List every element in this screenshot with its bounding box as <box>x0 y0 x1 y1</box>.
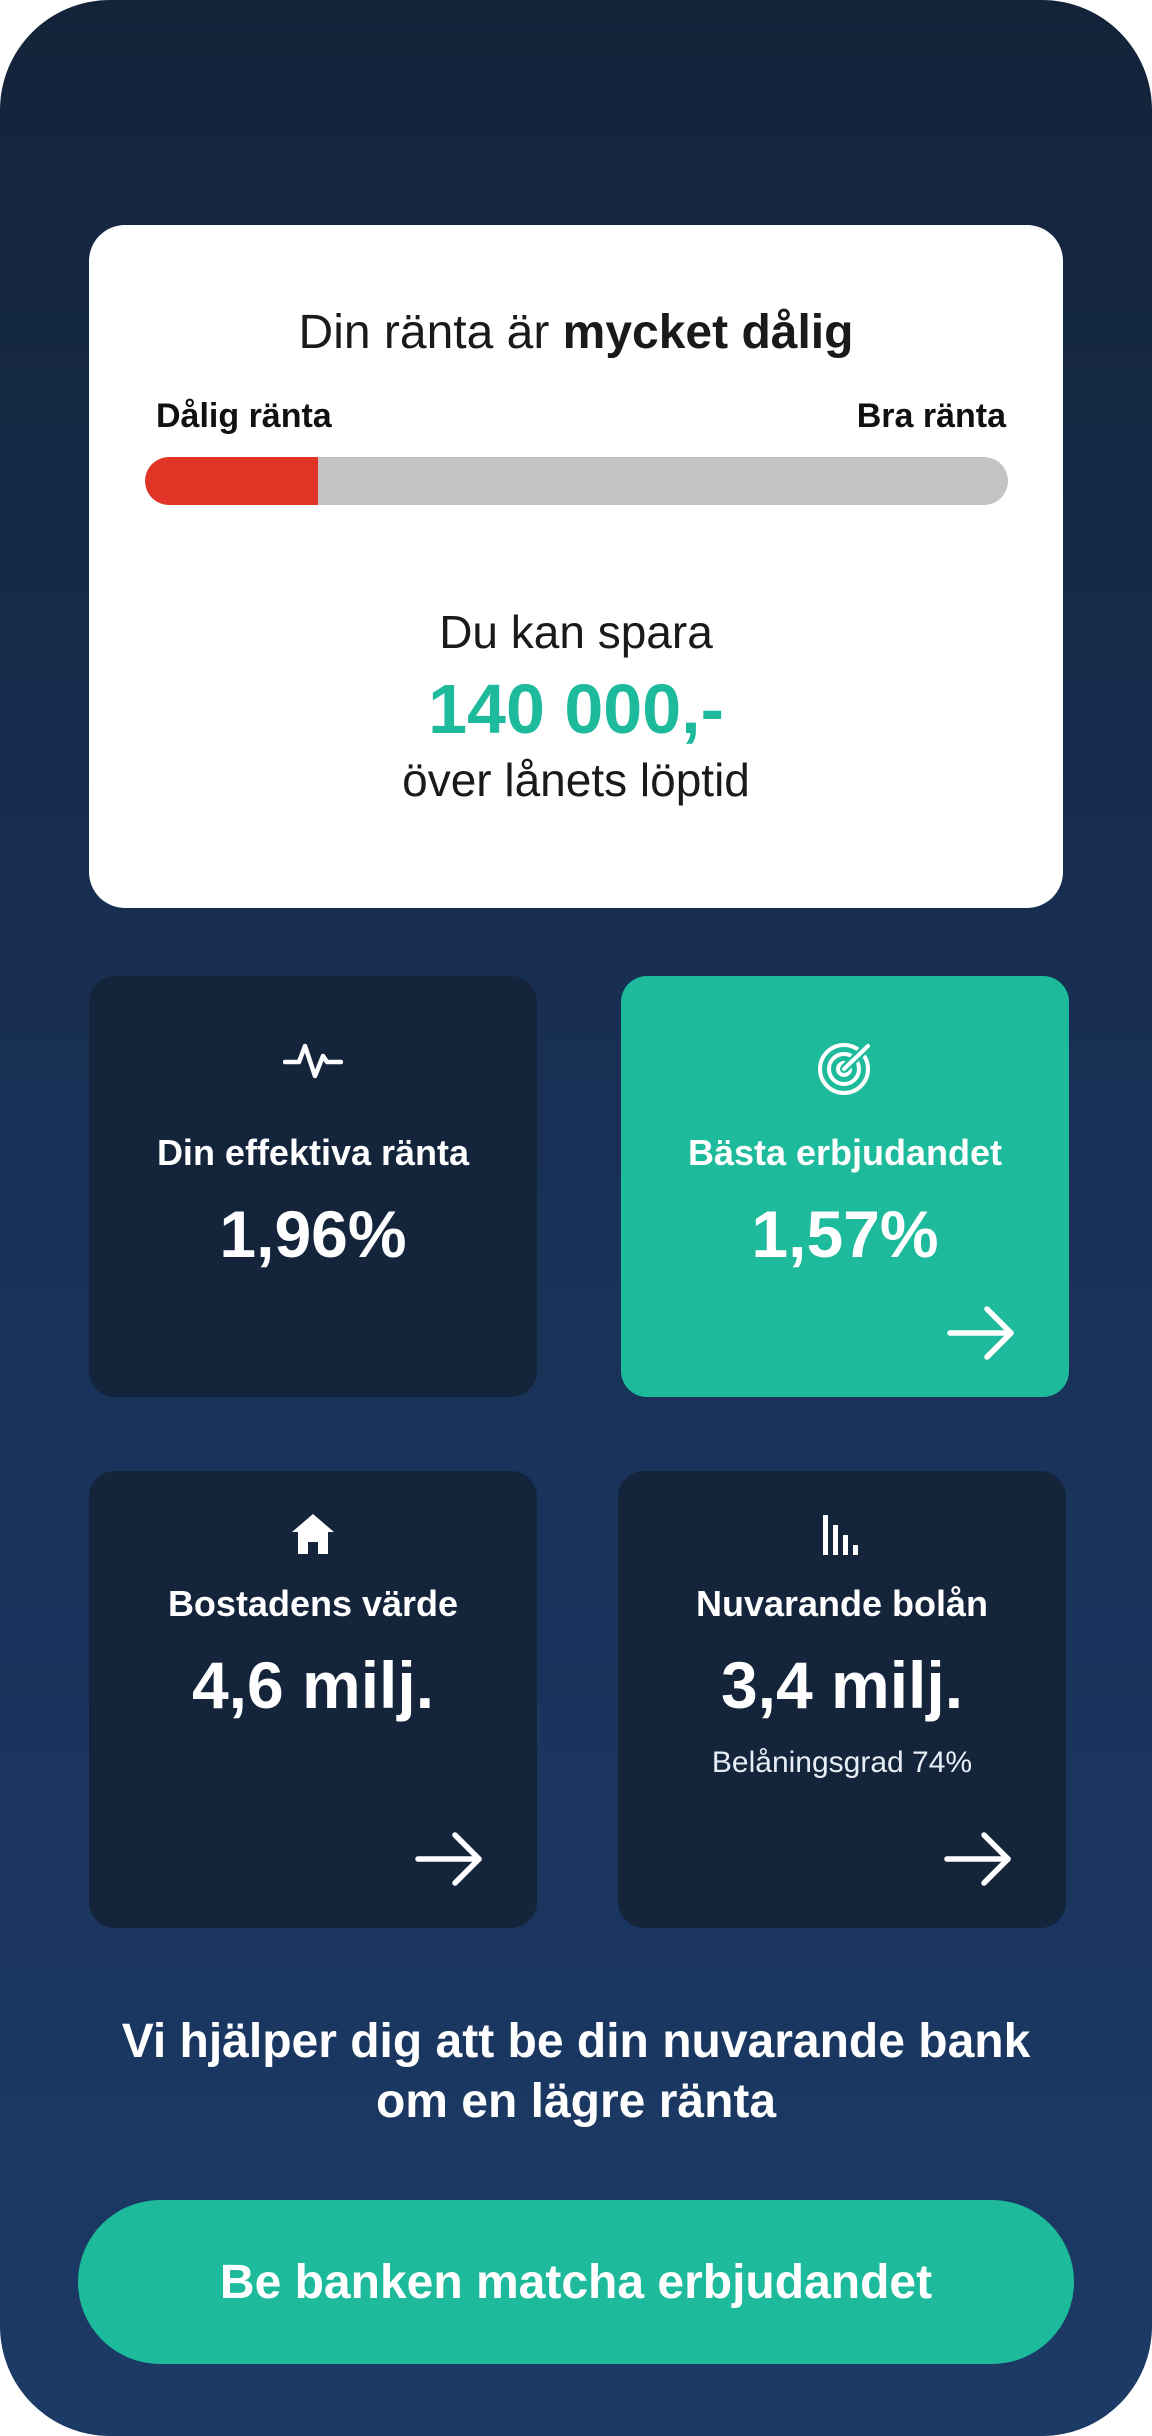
rating-title-prefix: Din ränta är <box>298 306 563 359</box>
app-screen: Din ränta är mycket dålig Dålig ränta Br… <box>0 0 1152 2436</box>
current-loan-label: Nuvarande bolån <box>695 1583 989 1624</box>
current-loan-value: 3,4 milj. <box>720 1648 964 1722</box>
save-amount: 140 000,- <box>428 670 724 748</box>
rate-rating-card: Din ränta är mycket dålig Dålig ränta Br… <box>89 225 1063 908</box>
best-offer-tile[interactable]: Bästa erbjudandet 1,57% <box>621 976 1069 1397</box>
arrow-right-icon[interactable] <box>947 1303 1017 1363</box>
arrow-right-icon[interactable] <box>944 1829 1014 1889</box>
house-icon <box>89 1511 537 1557</box>
pulse-icon <box>89 1038 537 1082</box>
effective-rate-value: 1,96% <box>219 1197 407 1271</box>
current-loan-tile[interactable]: Nuvarande bolån 3,4 milj. Belåningsgrad … <box>618 1471 1066 1928</box>
arrow-right-icon[interactable] <box>415 1829 485 1889</box>
effective-rate-tile: Din effektiva ränta 1,96% <box>89 976 537 1397</box>
match-offer-button[interactable]: Be banken matcha erbjudandet <box>78 2200 1074 2364</box>
effective-rate-label: Din effektiva ränta <box>156 1132 470 1173</box>
save-subtitle: över lånets löptid <box>402 754 750 806</box>
save-label: Du kan spara <box>439 606 713 658</box>
scale-label-good: Bra ränta <box>856 397 1006 435</box>
rating-title: Din ränta är mycket dålig <box>89 305 1063 360</box>
best-offer-value: 1,57% <box>751 1197 939 1271</box>
loan-to-value-text: Belåningsgrad 74% <box>711 1746 973 1779</box>
scale-label-bad: Dålig ränta <box>156 397 332 435</box>
home-value-value: 4,6 milj. <box>191 1648 435 1722</box>
rate-meter-fill <box>145 457 318 505</box>
target-icon <box>621 1038 1069 1098</box>
home-value-label: Bostadens värde <box>167 1583 459 1624</box>
rating-title-emphasis: mycket dålig <box>562 306 854 359</box>
rate-meter <box>145 457 1008 505</box>
bar-chart-icon <box>618 1511 1066 1557</box>
help-text: Vi hjälper dig att be din nuvarande bank… <box>121 2015 1031 2128</box>
best-offer-label: Bästa erbjudandet <box>687 1132 1003 1173</box>
home-value-tile[interactable]: Bostadens värde 4,6 milj. <box>89 1471 537 1928</box>
